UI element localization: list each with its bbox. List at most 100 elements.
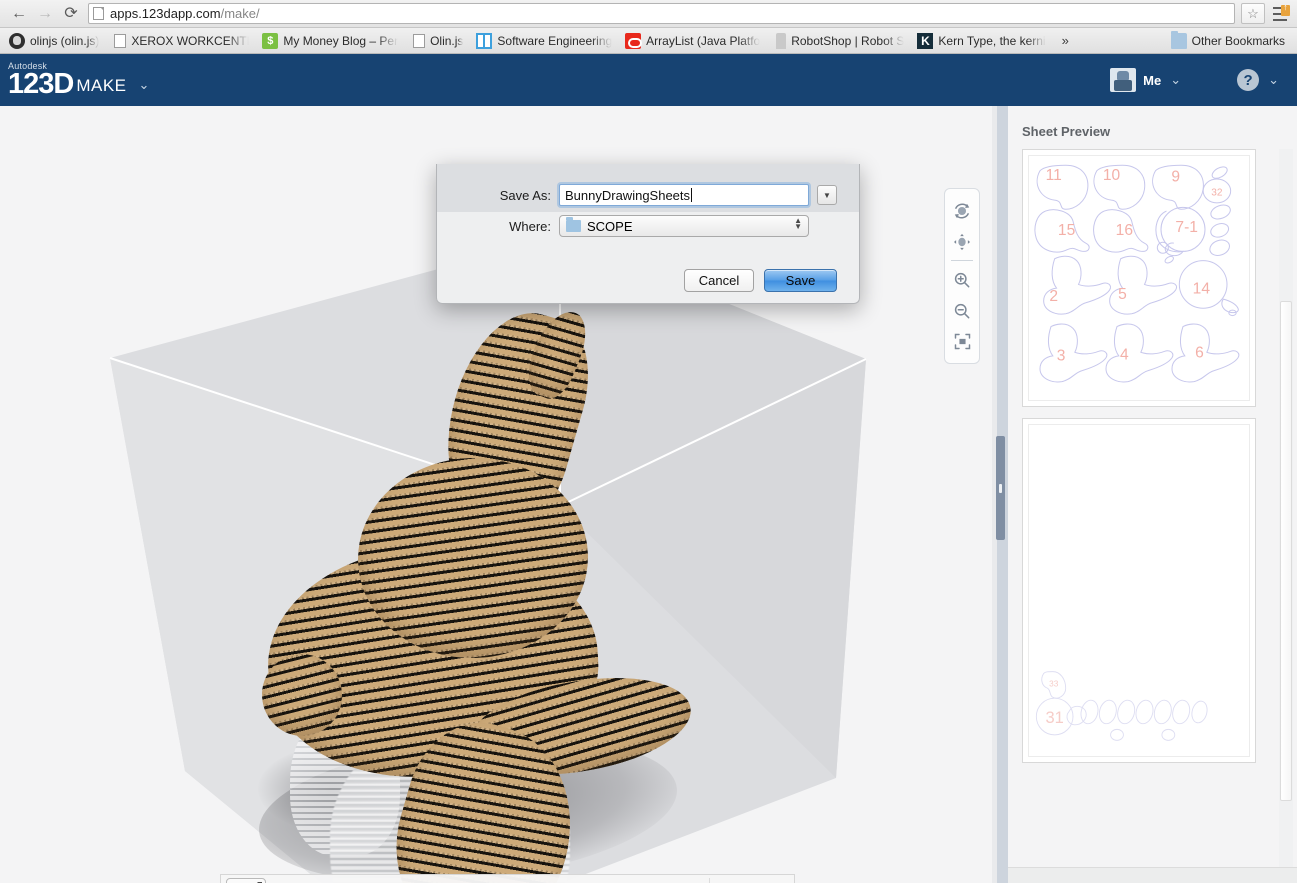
where-label: Where: <box>509 218 551 234</box>
stepper-icon[interactable]: ▲ ▼ <box>794 217 802 231</box>
back-button[interactable]: ← <box>6 2 32 26</box>
apply-button[interactable]: Apply <box>710 875 794 883</box>
save-button[interactable]: Save <box>764 269 837 292</box>
sheet-preview-scroll-area[interactable]: 11 10 9 32 15 16 7-1 2 5 14 3 4 6 33 31 <box>1008 149 1297 867</box>
save-as-row: Save As: BunnyDrawingSheets ▼ <box>437 164 859 206</box>
svg-text:4: 4 <box>1120 347 1129 364</box>
where-row: Where: SCOPE ▲ ▼ <box>437 206 859 237</box>
folder-icon <box>1170 30 1187 49</box>
app-header: Autodesk 123D MAKE ⌄ Me ⌄ ? ⌄ <box>0 54 1297 106</box>
bookmark-robotshop[interactable]: RobotShop | Robot S <box>768 30 912 52</box>
panel-collapse-handle[interactable] <box>996 436 1005 540</box>
orbit-tool[interactable] <box>947 195 977 226</box>
sheet-scrollbar-thumb[interactable] <box>1280 301 1292 801</box>
svg-text:33: 33 <box>1049 679 1059 688</box>
where-value: SCOPE <box>587 218 633 234</box>
bookmarks-bar: olinjs (olin.js) XEROX WORKCENTRE My Mon… <box>0 28 1297 54</box>
sheet-1-content: 11 10 9 32 15 16 7-1 2 5 14 3 4 6 <box>1028 155 1250 401</box>
bookmark-label: olinjs (olin.js) <box>30 33 100 48</box>
svg-text:2: 2 <box>1049 288 1058 305</box>
slice-shape-button[interactable] <box>226 878 266 883</box>
kern-type-icon <box>917 32 934 49</box>
make-wordmark: MAKE <box>76 76 127 96</box>
viewport-nav-toolbar <box>944 188 980 364</box>
sheet-thumbnail-1[interactable]: 11 10 9 32 15 16 7-1 2 5 14 3 4 6 <box>1022 149 1256 407</box>
download-bar: Download Sheets <box>1008 867 1297 883</box>
chevron-down-icon[interactable]: ⌄ <box>139 77 150 93</box>
url-text: apps.123dapp.com/make/ <box>110 6 260 21</box>
bookmark-star-icon[interactable]: ☆ <box>1241 3 1265 24</box>
stepper-down-icon: ▼ <box>794 221 802 231</box>
bookmark-software-engineering[interactable]: Software Engineering <box>471 30 620 52</box>
svg-text:11: 11 <box>1046 167 1062 184</box>
save-file-dialog: Save As: BunnyDrawingSheets ▼ Where: SCO… <box>436 164 860 304</box>
bookmark-kern-type[interactable]: Kern Type, the kerni <box>912 30 1053 52</box>
sheet-thumbnail-2[interactable]: 33 31 <box>1022 418 1256 763</box>
account-chevron-down-icon[interactable]: ⌄ <box>1170 72 1181 88</box>
bookmark-label: Olin.js <box>430 33 464 48</box>
text-caret <box>691 188 693 202</box>
url-host: apps.123dapp.com <box>110 6 221 21</box>
svg-text:3: 3 <box>1057 348 1066 365</box>
grip-icon <box>999 483 1002 493</box>
url-path: /make/ <box>220 6 260 21</box>
dialog-button-row: Cancel Save <box>684 269 837 292</box>
bookmarks-overflow-icon[interactable]: » <box>1054 33 1077 48</box>
github-icon <box>9 32 25 49</box>
fit-to-view-tool[interactable] <box>947 326 977 357</box>
bookmark-olin-js[interactable]: Olin.js <box>406 30 471 52</box>
chrome-menu-button[interactable] <box>1269 2 1291 25</box>
bookmark-label: XEROX WORKCENTRE <box>131 33 249 48</box>
folder-icon <box>566 217 581 232</box>
sheet-preview-title: Sheet Preview <box>1022 124 1111 139</box>
panel-divider[interactable] <box>992 106 1008 883</box>
svg-text:16: 16 <box>1116 222 1133 239</box>
svg-text:5: 5 <box>1118 286 1127 303</box>
reload-button[interactable]: ⟳ <box>58 2 84 26</box>
filename-value: BunnyDrawingSheets <box>565 187 691 203</box>
app-logo[interactable]: Autodesk 123D MAKE ⌄ <box>0 61 150 99</box>
svg-text:32: 32 <box>1211 188 1223 199</box>
svg-text:10: 10 <box>1103 167 1121 184</box>
sheet-scrollbar[interactable] <box>1279 149 1293 867</box>
bookmark-xerox-workcentre[interactable]: XEROX WORKCENTRE <box>107 30 257 52</box>
bookmark-olinjs[interactable]: olinjs (olin.js) <box>4 30 107 52</box>
other-bookmarks-label: Other Bookmarks <box>1191 33 1285 48</box>
money-icon <box>262 32 279 49</box>
browser-chrome: ← → ⟳ apps.123dapp.com/make/ ☆ olinjs (o… <box>0 0 1297 54</box>
svg-text:15: 15 <box>1058 222 1076 239</box>
logo-text-stack: Autodesk 123D <box>8 61 74 99</box>
forward-arrow-icon: → <box>37 4 53 22</box>
other-bookmarks-folder[interactable]: Other Bookmarks <box>1166 30 1293 52</box>
update-badge-icon <box>1281 2 1290 16</box>
help-chevron-down-icon[interactable]: ⌄ <box>1268 72 1279 88</box>
forward-button[interactable]: → <box>32 2 58 26</box>
svg-text:14: 14 <box>1193 281 1211 298</box>
svg-text:7-1: 7-1 <box>1175 219 1198 236</box>
chevron-down-icon: ▼ <box>823 190 831 200</box>
dimensions-toolbar: D: 5.451 W: 6.092 <box>220 874 795 883</box>
expand-dialog-button[interactable]: ▼ <box>817 185 837 205</box>
browser-toolbar: ← → ⟳ apps.123dapp.com/make/ ☆ <box>0 0 1297 28</box>
sheet-2-content: 33 31 <box>1028 424 1250 757</box>
zoom-in-tool[interactable] <box>947 264 977 295</box>
cancel-button[interactable]: Cancel <box>684 269 754 292</box>
address-bar[interactable]: apps.123dapp.com/make/ <box>88 3 1235 24</box>
bookmark-my-money-blog[interactable]: My Money Blog – Per <box>257 30 406 52</box>
pan-tool[interactable] <box>947 226 977 257</box>
zoom-out-tool[interactable] <box>947 295 977 326</box>
account-label[interactable]: Me <box>1143 73 1161 88</box>
bookmark-label: Kern Type, the kerni <box>938 33 1046 48</box>
bookmark-label: My Money Blog – Per <box>283 33 399 48</box>
where-select[interactable]: SCOPE ▲ ▼ <box>559 215 809 237</box>
filename-input[interactable]: BunnyDrawingSheets <box>559 184 809 206</box>
robot-icon <box>776 32 787 49</box>
sheet-preview-panel: Sheet Preview 11 10 9 32 15 16 7-1 2 5 1… <box>1008 106 1297 883</box>
bookmark-label: RobotShop | Robot S <box>791 33 905 48</box>
star-glyph: ☆ <box>1247 5 1259 21</box>
help-icon[interactable]: ? <box>1237 69 1260 91</box>
bookmark-arraylist-java[interactable]: ArrayList (Java Platfo <box>620 30 768 52</box>
nav-separator <box>951 260 973 261</box>
oracle-icon <box>625 32 643 49</box>
avatar[interactable] <box>1110 68 1137 92</box>
